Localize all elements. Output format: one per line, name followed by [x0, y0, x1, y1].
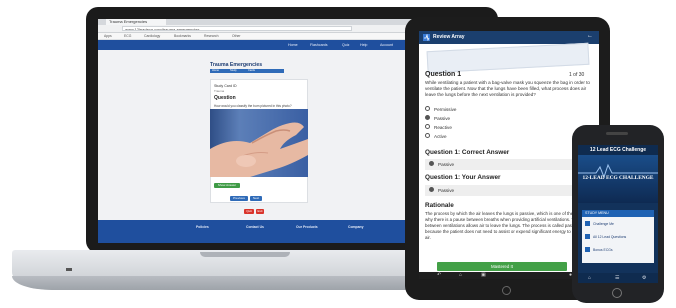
- recent-apps-icon[interactable]: ▣: [481, 272, 486, 279]
- back-arrow-icon[interactable]: ←: [587, 33, 593, 39]
- app-logo-icon: [423, 34, 430, 41]
- bookmark-item[interactable]: Research: [204, 33, 219, 39]
- home-icon[interactable]: ⌂: [459, 272, 462, 279]
- phone-home-button[interactable]: [612, 288, 622, 298]
- footer-link-contact[interactable]: Contact Us: [246, 225, 264, 229]
- bookmark-item[interactable]: Bookmarks: [174, 33, 191, 39]
- rationale-text: The process by which the air leaves the …: [425, 211, 590, 240]
- phone-bottom-nav: ⌂ ☰ ⚙: [578, 273, 658, 283]
- home-icon[interactable]: ⌂: [588, 273, 591, 283]
- previous-button[interactable]: Previous: [230, 196, 248, 201]
- question-text: While ventilating a patient with a bag-v…: [425, 80, 590, 98]
- quit-button[interactable]: Quit: [244, 209, 254, 214]
- card-stack-decor: [426, 42, 590, 74]
- your-answer-box: Passive: [425, 185, 595, 196]
- check-icon: [585, 246, 590, 252]
- your-answer-heading: Question 1: Your Answer: [425, 174, 501, 181]
- breadcrumb-item[interactable]: Home: [210, 69, 221, 73]
- bookmark-item[interactable]: Cardiology: [144, 33, 160, 39]
- nav-item-account[interactable]: Account: [380, 42, 393, 48]
- card-id-label: Study Card ID: [214, 84, 237, 88]
- study-menu-heading: STUDY MENU: [582, 210, 654, 217]
- menu-item-bonus[interactable]: Bonus ECGs: [585, 246, 613, 255]
- bookmark-item[interactable]: ECG: [124, 33, 131, 39]
- footer-link-company[interactable]: Company: [348, 225, 363, 229]
- radio-icon: [425, 133, 430, 139]
- tablet-home-button[interactable]: [502, 286, 511, 295]
- tablet-app-bar: Review Array ←: [419, 31, 599, 44]
- correct-answer-box: Passive: [425, 159, 595, 170]
- check-icon: [585, 233, 590, 239]
- menu-item-challenge[interactable]: Challenge Me: [585, 220, 614, 229]
- radio-icon: [425, 124, 430, 130]
- answer-option[interactable]: Active: [425, 132, 447, 141]
- back-icon[interactable]: ↶: [437, 272, 441, 279]
- menu-item-all-questions[interactable]: All 12 Lead Questions: [585, 233, 626, 242]
- footer-link-products[interactable]: Our Products: [296, 225, 318, 229]
- nav-item-home[interactable]: Home: [288, 42, 298, 48]
- settings-icon[interactable]: ⚙: [642, 273, 646, 283]
- phone-screen: 12 Lead ECG Challenge 12-LEAD ECG CHALLE…: [578, 145, 658, 283]
- card-category: Trauma: [214, 89, 225, 93]
- answer-option[interactable]: Permissive: [425, 105, 456, 114]
- nav-item-flashcards[interactable]: Flashcards: [310, 42, 328, 48]
- radio-icon: [425, 106, 430, 112]
- exit-button[interactable]: Exit: [256, 209, 264, 214]
- radio-selected-icon: [429, 161, 434, 167]
- burn-hand-photo: [210, 109, 308, 177]
- question-title: Question 1: [425, 71, 462, 78]
- next-button[interactable]: Next: [250, 196, 262, 201]
- menu-icon[interactable]: ☰: [615, 273, 619, 283]
- page-title: Trauma Emergencies: [210, 62, 263, 68]
- bookmark-item[interactable]: Apps: [104, 33, 112, 39]
- bookmark-item[interactable]: Other: [232, 33, 240, 39]
- breadcrumb: Home Study Cards: [210, 69, 284, 73]
- answer-option[interactable]: Reactive: [425, 123, 452, 132]
- question-prompt: How would you classify the burn pictured…: [214, 104, 292, 108]
- laptop-port: [66, 268, 72, 271]
- answer-option-selected[interactable]: Passive: [425, 114, 450, 123]
- check-icon: [585, 220, 590, 226]
- radio-selected-icon: [425, 115, 430, 121]
- question-counter: 1 of 30: [569, 72, 585, 78]
- study-menu: Challenge Me All 12 Lead Questions Bonus…: [582, 217, 654, 263]
- phone-app-title: 12 Lead ECG Challenge: [578, 145, 658, 155]
- footer-link-policies[interactable]: Policies: [196, 225, 209, 229]
- question-heading: Question: [214, 95, 236, 101]
- show-answer-button[interactable]: Show Answer: [214, 183, 240, 188]
- laptop-trackpad-notch: [200, 252, 290, 257]
- app-bar-title: Review Array: [433, 34, 465, 40]
- hand-image: [210, 122, 308, 177]
- nav-item-help[interactable]: Help: [360, 42, 367, 48]
- phone-hero-title: 12-LEAD ECG CHALLENGE: [582, 175, 654, 181]
- rationale-heading: Rationale: [425, 202, 454, 209]
- phone-speaker: [606, 132, 628, 135]
- nav-item-quiz[interactable]: Quiz: [342, 42, 349, 48]
- breadcrumb-item[interactable]: Cards: [246, 69, 257, 73]
- address-bar[interactable]: www.12leadecg.com/trauma-emergencies: [122, 26, 352, 31]
- radio-selected-icon: [429, 187, 434, 193]
- mastered-it-button[interactable]: Mastered It: [437, 262, 567, 271]
- breadcrumb-item[interactable]: Study: [228, 69, 239, 73]
- correct-answer-heading: Question 1: Correct Answer: [425, 149, 510, 156]
